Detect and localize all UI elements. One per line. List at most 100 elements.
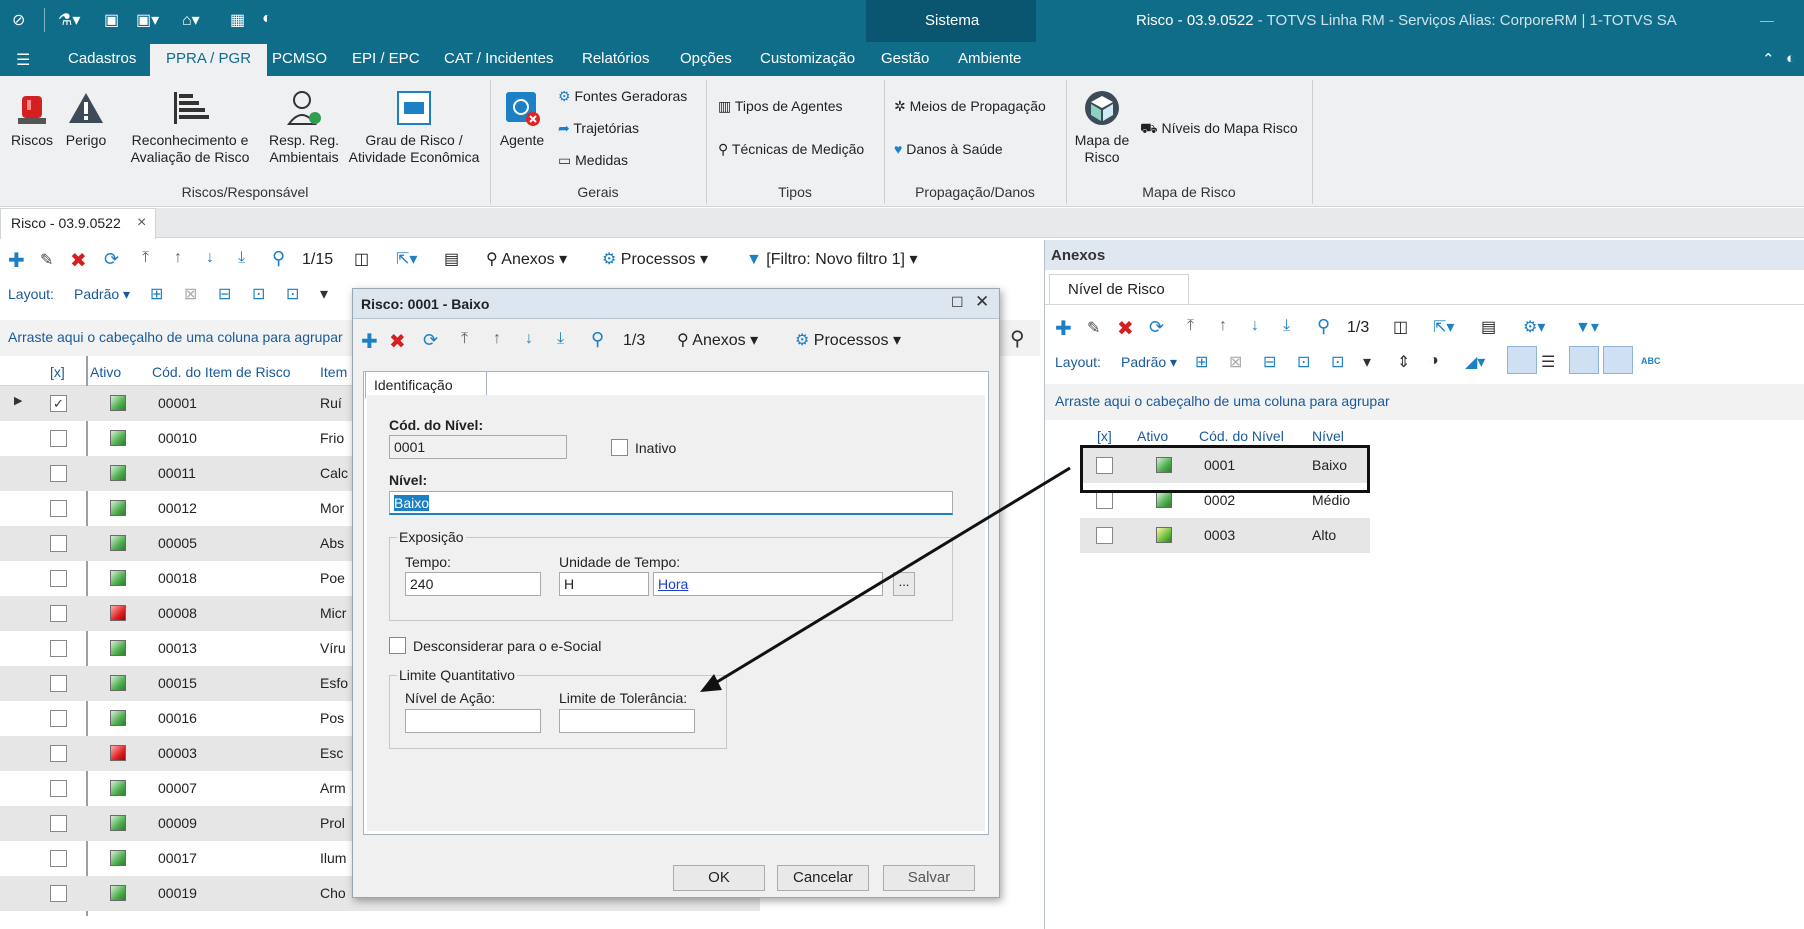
anexos-header-nivel[interactable]: Nível: [1312, 428, 1344, 444]
dialog-search-icon[interactable]: ⚲: [591, 329, 604, 350]
anexos-header-codigo[interactable]: Cód. do Nível: [1199, 428, 1284, 444]
next-icon[interactable]: ↓: [206, 249, 214, 267]
row-checkbox[interactable]: [50, 850, 67, 867]
quick-access-window-icon[interactable]: ▣: [104, 10, 119, 30]
tab-customizacao[interactable]: Customização: [760, 50, 855, 67]
search-icon[interactable]: ⚲: [1317, 316, 1330, 337]
layout-new-icon[interactable]: ⊞: [1195, 352, 1208, 372]
dialog-add-icon[interactable]: ✚: [361, 329, 378, 354]
ok-button[interactable]: OK: [673, 865, 765, 891]
close-icon[interactable]: ✕: [975, 292, 989, 312]
layout-delete-icon[interactable]: ⊠: [184, 284, 197, 304]
columns-icon[interactable]: ◫: [354, 249, 369, 269]
layout-save-icon[interactable]: ⊟: [1263, 352, 1276, 372]
tab-ambiente[interactable]: Ambiente: [958, 50, 1021, 67]
reconhecimento-button[interactable]: Reconhecimento e Avaliação de Risco: [128, 88, 252, 166]
menu-icon[interactable]: ☰: [16, 50, 30, 70]
tab-gestao[interactable]: Gestão: [881, 50, 929, 67]
row-checkbox[interactable]: [50, 500, 67, 517]
edit-icon[interactable]: ✎: [1087, 318, 1100, 338]
row-checkbox[interactable]: [50, 430, 67, 447]
delete-icon[interactable]: ✖: [1117, 316, 1134, 341]
tab-relatorios[interactable]: Relatórios: [582, 50, 650, 67]
view-split-icon[interactable]: ☰: [1541, 352, 1555, 372]
anexos-layout-dropdown[interactable]: Padrão ▾: [1121, 354, 1177, 371]
processos-dropdown[interactable]: ⚙ Processos ▾: [602, 249, 708, 269]
anexos-header-check[interactable]: [x]: [1097, 428, 1112, 444]
view-both-button[interactable]: [1603, 346, 1633, 374]
refresh-icon[interactable]: ⟳: [1149, 317, 1164, 338]
edit-icon[interactable]: ✎: [40, 250, 53, 270]
row-checkbox[interactable]: [50, 570, 67, 587]
save-button[interactable]: Salvar: [883, 865, 975, 891]
prev-icon[interactable]: ↑: [174, 249, 182, 267]
view-bottom-button[interactable]: [1507, 346, 1537, 374]
dialog-prev-icon[interactable]: ↑: [493, 330, 501, 348]
next-icon[interactable]: ↓: [1251, 317, 1259, 335]
dialog-delete-icon[interactable]: ✖: [389, 329, 406, 354]
dialog-last-icon[interactable]: ⤓: [557, 330, 564, 348]
tab-epi-epc[interactable]: EPI / EPC: [352, 50, 420, 67]
inativo-checkbox[interactable]: [611, 439, 628, 456]
layout-new-icon[interactable]: ⊞: [150, 284, 163, 304]
dialog-refresh-icon[interactable]: ⟳: [423, 330, 438, 351]
first-icon[interactable]: ⤒: [1187, 317, 1194, 335]
export-icon[interactable]: ⇱▾: [396, 249, 417, 269]
medidas-button[interactable]: ▭ Medidas: [558, 152, 628, 169]
help-icon[interactable]: ◐: [1786, 50, 1795, 67]
tempo-field[interactable]: 240: [405, 572, 541, 596]
nivel-acao-field[interactable]: [405, 709, 541, 733]
danos-button[interactable]: ♥ Danos à Saúde: [894, 141, 1003, 157]
list-item[interactable]: 0003 Alto: [1080, 518, 1370, 553]
limite-tolerancia-field[interactable]: [559, 709, 695, 733]
anexos-dropdown[interactable]: ⚲ Anexos ▾: [486, 249, 567, 269]
row-checkbox[interactable]: [50, 605, 67, 622]
grid-search-icon[interactable]: ⚲: [1010, 326, 1025, 351]
anexos-group-hint-bar[interactable]: Arraste aqui o cabeçalho de uma coluna p…: [1045, 384, 1804, 420]
quick-access-grid-icon[interactable]: ▦: [230, 10, 245, 30]
quick-access-layout-icon[interactable]: ▣▾: [136, 10, 159, 30]
tab-pcmso[interactable]: PCMSO: [272, 50, 327, 67]
layout-upload-icon[interactable]: ⊡: [1297, 352, 1310, 372]
delete-icon[interactable]: ✖: [70, 248, 87, 273]
tab-cat-incidentes[interactable]: CAT / Incidentes: [444, 50, 554, 67]
row-checkbox[interactable]: [50, 710, 67, 727]
unidade-code-field[interactable]: H: [559, 572, 649, 596]
row-checkbox[interactable]: [50, 675, 67, 692]
prev-icon[interactable]: ↑: [1219, 317, 1227, 335]
header-ativo[interactable]: Ativo: [90, 364, 121, 380]
desconsiderar-checkbox[interactable]: [389, 637, 406, 654]
quick-access-home-icon[interactable]: ⌂▾: [182, 10, 200, 30]
add-icon[interactable]: ✚: [1055, 316, 1072, 341]
riscos-button[interactable]: Riscos: [8, 88, 56, 149]
layout-save-icon[interactable]: ⊟: [218, 284, 231, 304]
filter-icon[interactable]: ▼▾: [1575, 317, 1599, 337]
lookup-button[interactable]: ...: [893, 572, 915, 596]
chart-icon[interactable]: ◢▾: [1465, 352, 1485, 372]
row-checkbox[interactable]: [50, 465, 67, 482]
niveis-mapa-button[interactable]: ⛟ Níveis do Mapa Risco: [1140, 120, 1298, 139]
cancel-button[interactable]: Cancelar: [777, 865, 869, 891]
last-icon[interactable]: ⤓: [238, 249, 245, 267]
trajetorias-button[interactable]: ➦ Trajetórias: [558, 120, 639, 137]
search-icon[interactable]: ⚲: [272, 248, 285, 269]
gear-icon[interactable]: ⚙▾: [1523, 317, 1545, 337]
row-checkbox[interactable]: [1096, 527, 1113, 544]
header-codigo[interactable]: Cód. do Item de Risco: [152, 364, 291, 380]
row-checkbox[interactable]: [50, 640, 67, 657]
anexos-header-ativo[interactable]: Ativo: [1137, 428, 1168, 444]
row-checkbox[interactable]: [50, 535, 67, 552]
columns-icon[interactable]: ◫: [1393, 317, 1408, 337]
minimize-button[interactable]: —: [1760, 12, 1774, 28]
grau-risco-button[interactable]: Grau de Risco / Atividade Econômica: [346, 88, 482, 166]
row-checkbox[interactable]: ✓: [50, 395, 67, 412]
perigo-button[interactable]: Perigo: [64, 88, 108, 149]
layout-paint-icon[interactable]: ▾: [1363, 352, 1371, 372]
agente-button[interactable]: Agente: [496, 88, 548, 149]
layout-dropdown[interactable]: Padrão ▾: [74, 286, 130, 303]
mapa-risco-button[interactable]: Mapa de Risco: [1072, 88, 1132, 166]
layout-upload-icon[interactable]: ⊡: [252, 284, 265, 304]
export-icon[interactable]: ⇱▾: [1433, 317, 1454, 337]
header-check[interactable]: [x]: [50, 364, 65, 380]
row-checkbox[interactable]: [50, 745, 67, 762]
